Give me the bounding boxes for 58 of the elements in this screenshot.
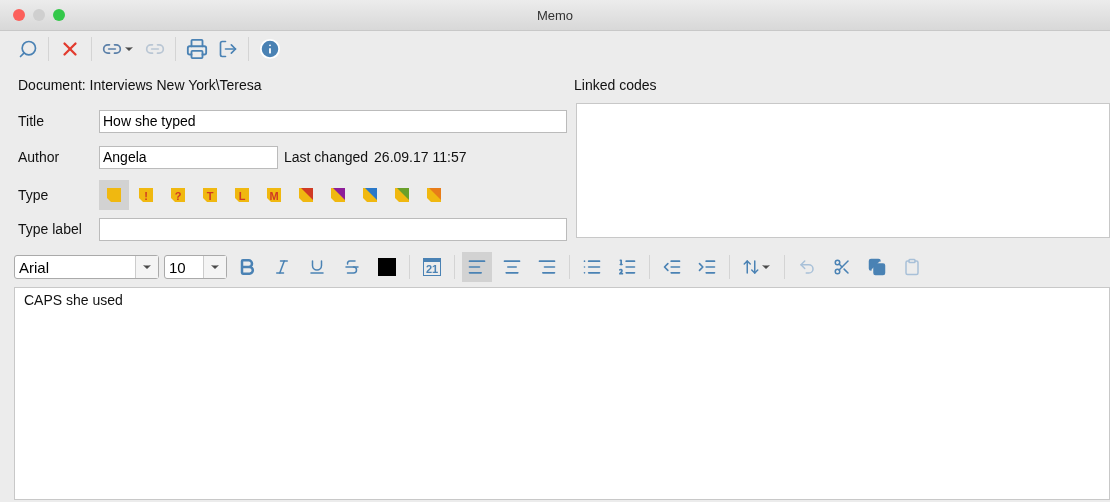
- memo-type-button[interactable]: T: [195, 180, 225, 210]
- memo-text-area[interactable]: CAPS she used: [14, 287, 1110, 500]
- indent-icon: [697, 257, 717, 277]
- memo-type-button[interactable]: L: [227, 180, 257, 210]
- align-left-icon: [467, 257, 487, 277]
- align-right-icon: [537, 257, 557, 277]
- memo-type-icon: T: [201, 187, 219, 203]
- outdent-icon: [662, 257, 682, 277]
- document-path: Document: Interviews New York\Teresa: [18, 77, 262, 93]
- copy-icon: [868, 258, 886, 276]
- type-label: Type: [18, 187, 50, 203]
- last-changed-value: 26.09.17 11:57: [374, 149, 467, 165]
- memo-type-icon: [297, 187, 315, 203]
- search-icon: [18, 39, 38, 59]
- memo-type-icon: [425, 187, 443, 203]
- memo-type-icon: [105, 187, 123, 203]
- clipboard-icon: [903, 258, 921, 276]
- author-field[interactable]: Angela: [99, 145, 278, 169]
- memo-type-icon: L: [233, 187, 251, 203]
- zoom-button[interactable]: [53, 9, 65, 21]
- author-label: Author: [18, 149, 61, 165]
- last-changed-label: Last changed: [284, 149, 369, 165]
- print-button[interactable]: [184, 36, 210, 62]
- undo-icon: [798, 258, 816, 276]
- memo-type-icon: ?: [169, 187, 187, 203]
- memo-type-button[interactable]: M: [259, 180, 289, 210]
- insert-date-button[interactable]: 21: [417, 252, 447, 282]
- line-spacing-icon: [742, 258, 760, 276]
- color-swatch-icon: [378, 258, 396, 276]
- align-button[interactable]: [462, 252, 492, 282]
- font-size-select[interactable]: 10: [164, 255, 227, 279]
- info-icon: [259, 38, 281, 60]
- title-field[interactable]: How she typed: [99, 109, 567, 133]
- scissors-icon: [833, 258, 851, 276]
- memo-type-icon: [393, 187, 411, 203]
- numbered-list-icon: [617, 257, 637, 277]
- info-button[interactable]: [257, 36, 283, 62]
- type-label-label: Type label: [18, 221, 83, 237]
- bullet-list-icon: [582, 257, 602, 277]
- strikethrough-icon: [343, 258, 361, 276]
- font-select[interactable]: Arial: [14, 255, 159, 279]
- memo-text: CAPS she used: [24, 292, 123, 308]
- memo-type-icon: M: [265, 187, 283, 203]
- underline-icon: [308, 258, 326, 276]
- printer-icon: [186, 38, 208, 60]
- linked-codes-label: Linked codes: [574, 77, 657, 93]
- align-center-icon: [502, 257, 522, 277]
- memo-type-button[interactable]: !: [131, 180, 161, 210]
- memo-type-icon: [361, 187, 379, 203]
- type-label-field[interactable]: [99, 217, 567, 241]
- window-title: Memo: [535, 7, 575, 23]
- italic-icon: [273, 258, 291, 276]
- exit-icon: [218, 39, 238, 59]
- title-label: Title: [18, 113, 45, 129]
- memo-type-icon: [329, 187, 347, 203]
- memo-type-button[interactable]: ?: [163, 180, 193, 210]
- close-button[interactable]: [13, 9, 25, 21]
- memo-type-icon: !: [137, 187, 155, 203]
